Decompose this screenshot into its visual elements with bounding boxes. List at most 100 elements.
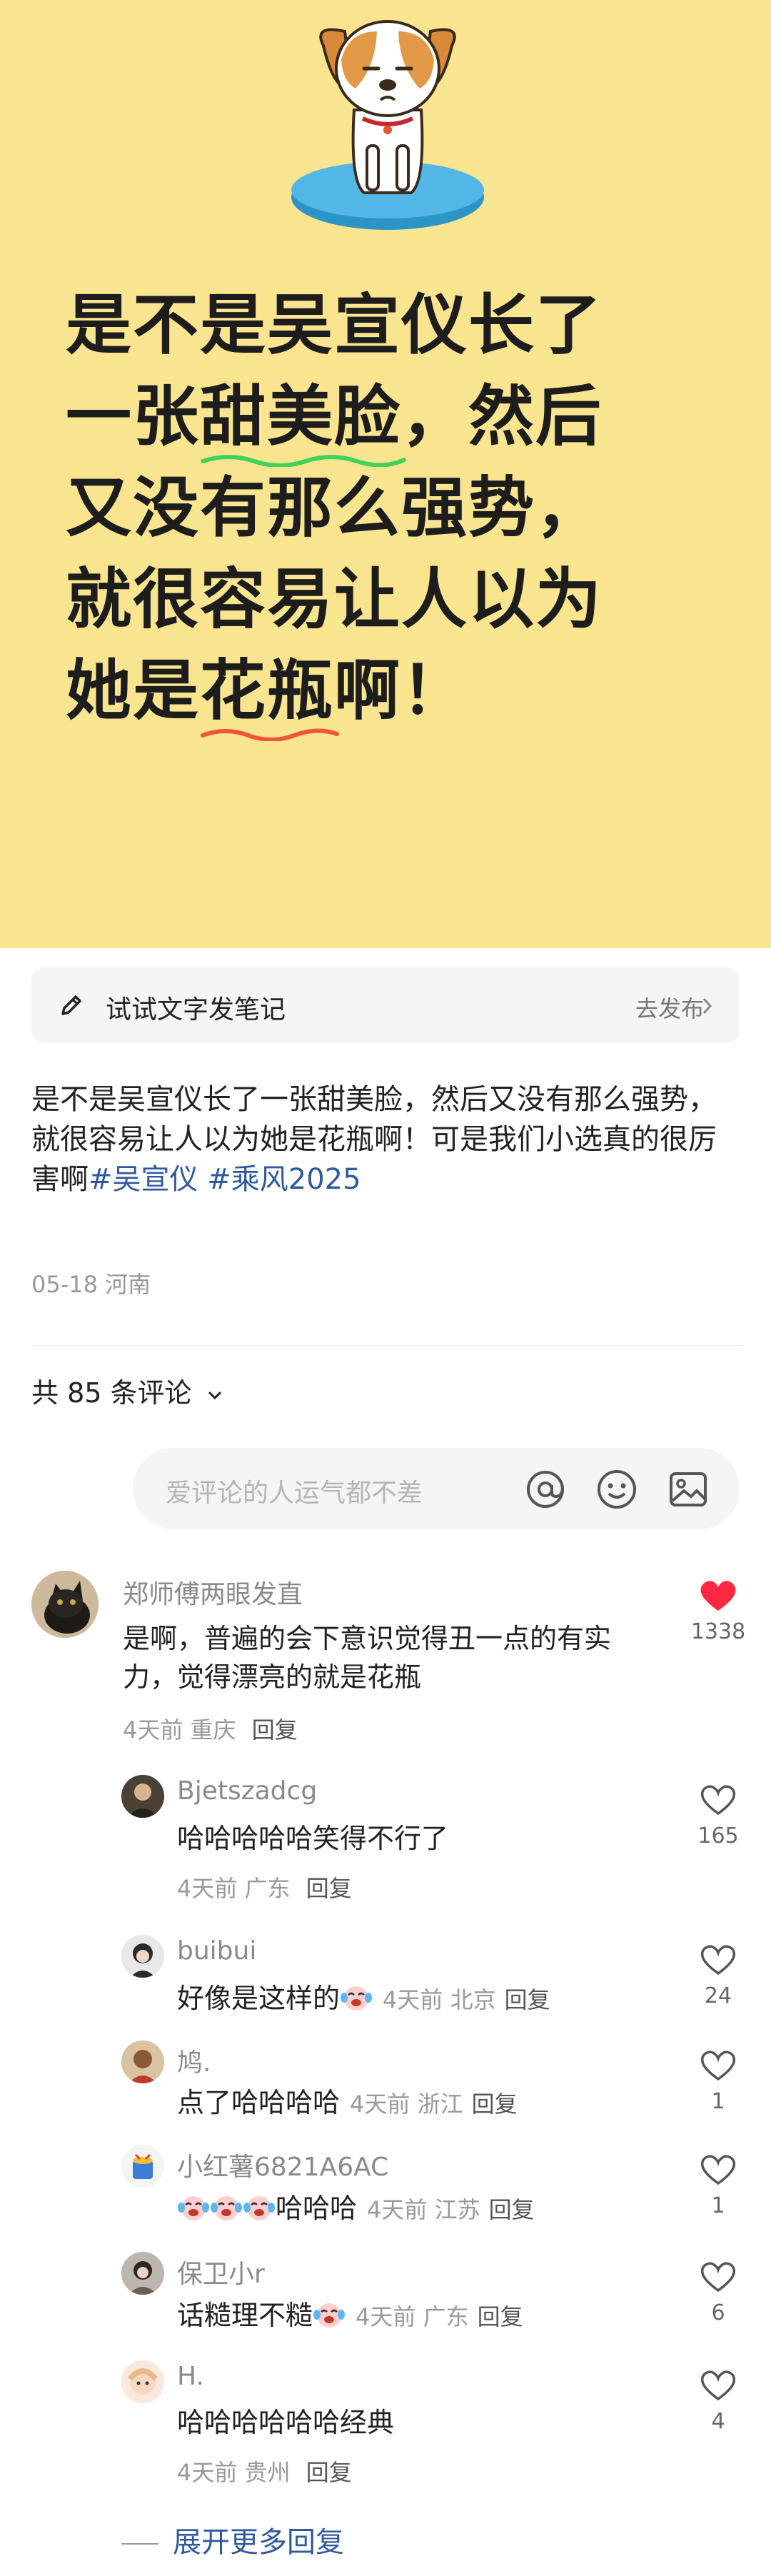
cover-headline: 是不是吴宣仪长了 一张甜美脸 ，然后 又没有那么强势， 就很容易让人以为 她是花瓶… [66, 280, 751, 741]
comment-time: 4天前 [383, 1986, 443, 2013]
comment-text: 哈哈哈哈哈笑得不行了 [177, 1823, 449, 1854]
comment-text: 话糙理不糙 [177, 2300, 313, 2331]
commenter-name[interactable]: buibui [177, 1936, 256, 1966]
heart-outline-icon [700, 1785, 736, 1816]
reply-button[interactable]: 回复 [306, 2459, 352, 2486]
avatar[interactable] [121, 1775, 164, 1818]
go-publish-button[interactable]: 去发布 [635, 991, 704, 1024]
comment-location: 广东 [423, 2303, 469, 2330]
comment-location: 浙江 [417, 2091, 463, 2118]
like-count: 4 [711, 2409, 725, 2434]
headline-highlight-text: 甜美脸 [200, 378, 402, 455]
like-count: 24 [704, 1983, 732, 2008]
comment-line: 好像是这样的 4天前 北京 回复 [177, 1979, 662, 2019]
heart-outline-icon [700, 1945, 736, 1976]
comment-text: 点了哈哈哈哈 [177, 2087, 341, 2118]
image-icon[interactable] [667, 1468, 710, 1511]
smile-icon[interactable] [595, 1468, 638, 1511]
avatar[interactable] [121, 1935, 164, 1978]
comment-time: 4天前 [356, 2303, 416, 2330]
like-button[interactable]: 24 [690, 1942, 747, 2008]
like-button[interactable]: 6 [690, 2259, 747, 2325]
divider [31, 1345, 742, 1346]
comment-input-placeholder: 爱评论的人运气都不差 [166, 1479, 423, 1508]
chevron-down-icon [208, 1391, 221, 1399]
comment-time: 4天前 [177, 2459, 238, 2486]
comment-meta: 4天前 北京 回复 [383, 1986, 550, 2013]
comment-location: 北京 [450, 1986, 496, 2013]
comment-text: 是啊，普遍的会下意识觉得丑一点的有实力，觉得漂亮的就是花瓶 [123, 1623, 612, 1693]
reply-button[interactable]: 回复 [478, 2303, 523, 2330]
like-count: 1 [711, 2089, 725, 2114]
commenter-name[interactable]: 小红薯6821A6AC [177, 2146, 388, 2183]
reply-button[interactable]: 回复 [505, 1986, 550, 2013]
headline-highlight-text: 花瓶 [200, 653, 335, 729]
reply-button[interactable]: 回复 [306, 1875, 352, 1902]
reply-button[interactable]: 回复 [472, 2091, 518, 2118]
headline-line-1: 是不是吴宣仪长了 [66, 287, 603, 363]
heart-filled-icon [700, 1581, 736, 1611]
dog-illustration [291, 20, 484, 230]
note-date: 05-18 [31, 1271, 98, 1298]
like-button[interactable]: 1 [690, 2152, 747, 2218]
avatar-image [121, 1935, 164, 1978]
like-button[interactable]: 1338 [690, 1578, 747, 1644]
highlight-sweet-face: 甜美脸 [200, 371, 407, 467]
avatar[interactable] [121, 2145, 164, 2188]
avatar[interactable] [31, 1571, 99, 1638]
like-count: 1 [711, 2193, 725, 2218]
commenter-name[interactable]: 保卫小r [177, 2253, 265, 2290]
comment-location: 广东 [244, 1875, 291, 1902]
commenter-name[interactable]: 郑师傅两眼发直 [123, 1574, 303, 1611]
headline-line-3: 又没有那么强势， [66, 470, 603, 546]
heart-outline-icon [700, 2262, 736, 2293]
like-button[interactable]: 165 [690, 1782, 747, 1848]
divider [121, 2543, 158, 2545]
try-text-note-label: 试试文字发笔记 [106, 995, 286, 1025]
reply-button[interactable]: 回复 [489, 2196, 535, 2223]
avatar[interactable] [121, 2041, 164, 2083]
commenter-name[interactable]: H. [177, 2362, 204, 2391]
note-body: 是不是吴宣仪长了一张甜美脸，然后又没有那么强势，就很容易让人以为她是花瓶啊！可是… [31, 1080, 738, 1199]
hashtag-chengfeng-2025[interactable]: #乘风2025 [207, 1163, 361, 1196]
like-count: 6 [711, 2300, 725, 2325]
heart-outline-icon [700, 2370, 736, 2401]
headline-text: 啊！ [334, 653, 469, 729]
avatar-image [121, 1775, 164, 1818]
pen-icon [61, 995, 81, 1015]
comment-location: 江苏 [434, 2196, 480, 2223]
comment-text: 好像是这样的 [177, 1983, 341, 2014]
comment-text: 哈哈哈 [276, 2193, 358, 2224]
like-button[interactable]: 4 [690, 2368, 747, 2434]
headline-text: 她是 [66, 653, 201, 729]
comment-meta: 4天前 广东 回复 [356, 2303, 523, 2330]
heart-outline-icon [700, 2051, 736, 2081]
headline-line-5: 她是花瓶 啊！ [66, 645, 751, 741]
avatar[interactable] [121, 2360, 164, 2403]
try-text-note-bar[interactable]: 试试文字发笔记 去发布 [31, 967, 740, 1043]
at-icon[interactable] [524, 1468, 567, 1511]
avatar-image [121, 2252, 164, 2295]
comment-line: 点了哈哈哈哈 4天前 浙江 回复 [177, 2083, 662, 2123]
headline-text: ，然后 [401, 378, 603, 455]
like-button[interactable]: 1 [690, 2048, 747, 2114]
chevron-right-icon [702, 997, 712, 1015]
note-cover-image: 是不是吴宣仪长了 一张甜美脸 ，然后 又没有那么强势， 就很容易让人以为 她是花瓶… [0, 0, 771, 948]
commenter-name[interactable]: 鸠. [177, 2042, 211, 2079]
expand-more-replies-button[interactable]: 展开更多回复 [121, 2519, 344, 2560]
commenter-name[interactable]: Bjetszadcg [177, 1776, 317, 1806]
headline-text: 一张 [66, 378, 201, 455]
expand-more-replies-label: 展开更多回复 [173, 2526, 344, 2559]
red-wave-underline [201, 728, 340, 741]
avatar[interactable] [121, 2252, 164, 2295]
crying-laughing-emoji-icon [243, 2196, 275, 2220]
cat-avatar-image [31, 1571, 99, 1638]
green-wave-underline [201, 455, 407, 467]
crying-laughing-emoji-icon [313, 2303, 346, 2328]
hashtag-wu-xuanyi[interactable]: #吴宣仪 [89, 1163, 198, 1196]
comment-count-label: 共 85 条评论 [31, 1377, 192, 1409]
comment-input[interactable]: 爱评论的人运气都不差 [133, 1448, 740, 1529]
crying-laughing-emoji-icon [178, 2196, 209, 2220]
comment-count-sort[interactable]: 共 85 条评论 [31, 1371, 223, 1410]
reply-button[interactable]: 回复 [252, 1716, 298, 1744]
